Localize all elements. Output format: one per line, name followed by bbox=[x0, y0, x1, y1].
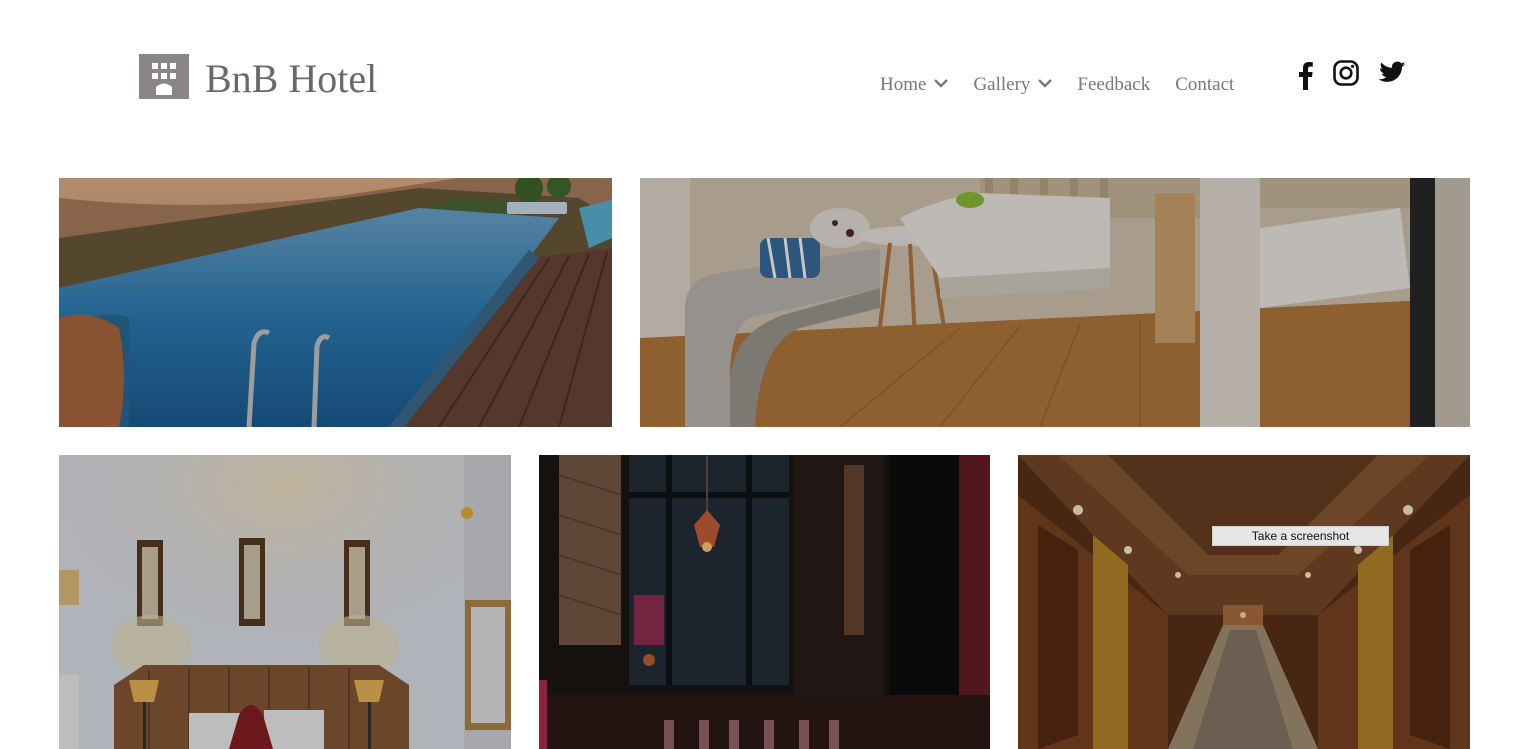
gallery-image-bedroom[interactable] bbox=[59, 455, 511, 749]
gallery-image-hotel-room[interactable] bbox=[640, 178, 1470, 427]
bar-lounge-image bbox=[539, 455, 990, 749]
nav-item-label: Home bbox=[880, 74, 927, 95]
nav-item-label: Contact bbox=[1175, 74, 1235, 95]
chevron-down-icon bbox=[1038, 79, 1053, 88]
facebook-icon[interactable] bbox=[1295, 60, 1315, 90]
nav-item-label: Gallery bbox=[973, 74, 1031, 95]
social-links bbox=[1295, 56, 1406, 90]
instagram-icon[interactable] bbox=[1333, 60, 1359, 86]
twitter-icon[interactable] bbox=[1378, 61, 1406, 85]
nav-item-home[interactable]: Home bbox=[880, 74, 949, 96]
nav-item-feedback[interactable]: Feedback bbox=[1077, 74, 1150, 96]
brand-name: BnB Hotel bbox=[205, 55, 378, 101]
site-header: BnB Hotel Home Gallery Feedback Contact bbox=[0, 0, 1523, 178]
take-screenshot-button[interactable]: Take a screenshot bbox=[1212, 526, 1389, 546]
chevron-down-icon bbox=[934, 79, 949, 88]
brand-logo[interactable]: BnB Hotel bbox=[139, 54, 377, 99]
gallery-image-bar-lounge[interactable] bbox=[539, 455, 990, 749]
main-nav: Home Gallery Feedback Contact bbox=[880, 74, 1234, 96]
gallery-image-hotel-corridor[interactable] bbox=[1018, 455, 1470, 749]
hotel-building-icon bbox=[139, 54, 189, 99]
gallery-image-infinity-pool[interactable] bbox=[59, 178, 612, 427]
nav-item-gallery[interactable]: Gallery bbox=[973, 74, 1053, 96]
bedroom-image bbox=[59, 455, 511, 749]
hotel-room-image bbox=[640, 178, 1470, 427]
hotel-corridor-image bbox=[1018, 455, 1470, 749]
nav-item-label: Feedback bbox=[1077, 74, 1151, 95]
infinity-pool-image bbox=[59, 178, 612, 427]
nav-item-contact[interactable]: Contact bbox=[1175, 74, 1234, 96]
